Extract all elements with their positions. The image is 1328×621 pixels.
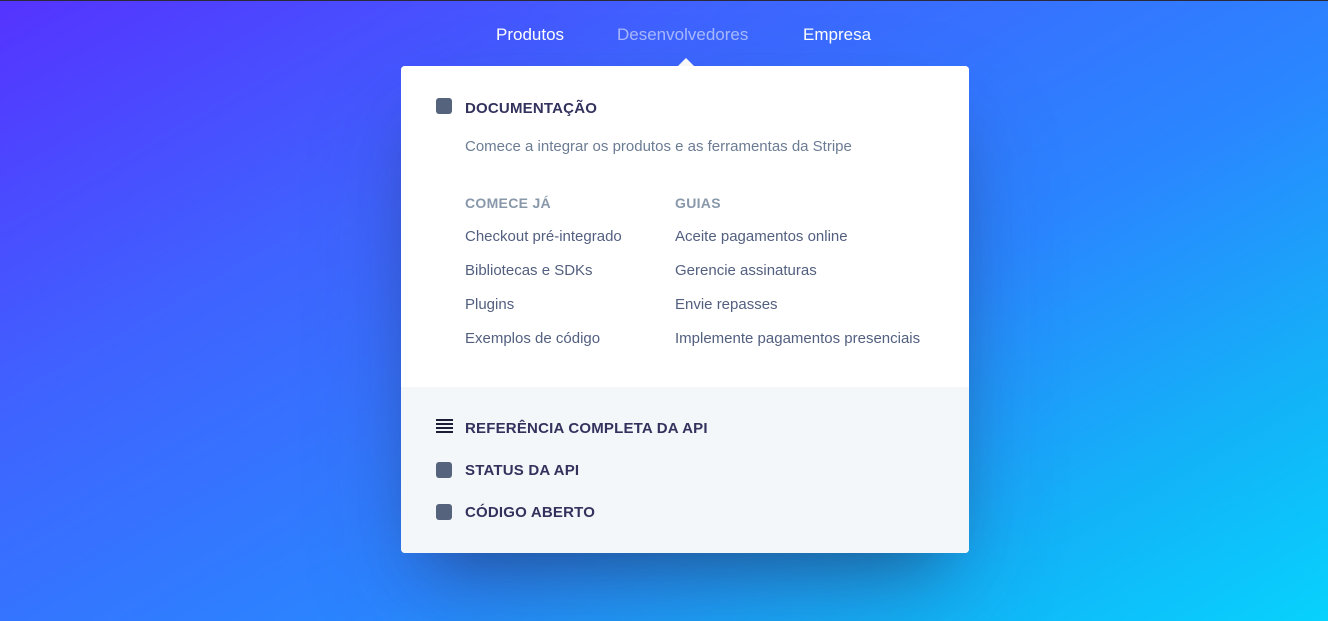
square-icon [436, 98, 452, 114]
column-title-comece-ja: COMECE JÁ [465, 195, 551, 211]
link-bibliotecas[interactable]: Bibliotecas e SDKs [465, 261, 593, 281]
link-pagamentos-presenciais[interactable]: Implemente pagamentos presenciais [675, 329, 920, 349]
square-icon [436, 504, 452, 520]
link-checkout[interactable]: Checkout pré-integrado [465, 227, 622, 247]
developers-dropdown: DOCUMENTAÇÃO Comece a integrar os produt… [401, 66, 969, 553]
link-plugins[interactable]: Plugins [465, 295, 514, 315]
nav-desenvolvedores[interactable]: Desenvolvedores [617, 24, 748, 46]
nav-produtos[interactable]: Produtos [496, 24, 564, 46]
docs-description: Comece a integrar os produtos e as ferra… [465, 138, 852, 155]
link-exemplos[interactable]: Exemplos de código [465, 329, 600, 349]
square-icon [436, 462, 452, 478]
nav-empresa[interactable]: Empresa [803, 24, 871, 46]
api-status-link[interactable]: STATUS DA API [465, 461, 579, 481]
docs-heading-link[interactable]: DOCUMENTAÇÃO [465, 99, 597, 119]
top-navigation: Produtos Desenvolvedores Empresa [0, 24, 1328, 48]
list-lines-icon [436, 419, 453, 434]
column-title-guias: GUIAS [675, 195, 721, 211]
api-reference-link[interactable]: REFERÊNCIA COMPLETA DA API [465, 419, 708, 439]
link-envie-repasses[interactable]: Envie repasses [675, 295, 778, 315]
dropdown-arrow [678, 58, 694, 66]
link-gerencie-assinaturas[interactable]: Gerencie assinaturas [675, 261, 817, 281]
window-top-border [0, 0, 1328, 1]
dropdown-primary-section: DOCUMENTAÇÃO Comece a integrar os produt… [401, 66, 969, 387]
open-source-link[interactable]: CÓDIGO ABERTO [465, 503, 595, 523]
link-aceite-pagamentos[interactable]: Aceite pagamentos online [675, 227, 848, 247]
dropdown-secondary-section: REFERÊNCIA COMPLETA DA API STATUS DA API… [401, 387, 969, 553]
